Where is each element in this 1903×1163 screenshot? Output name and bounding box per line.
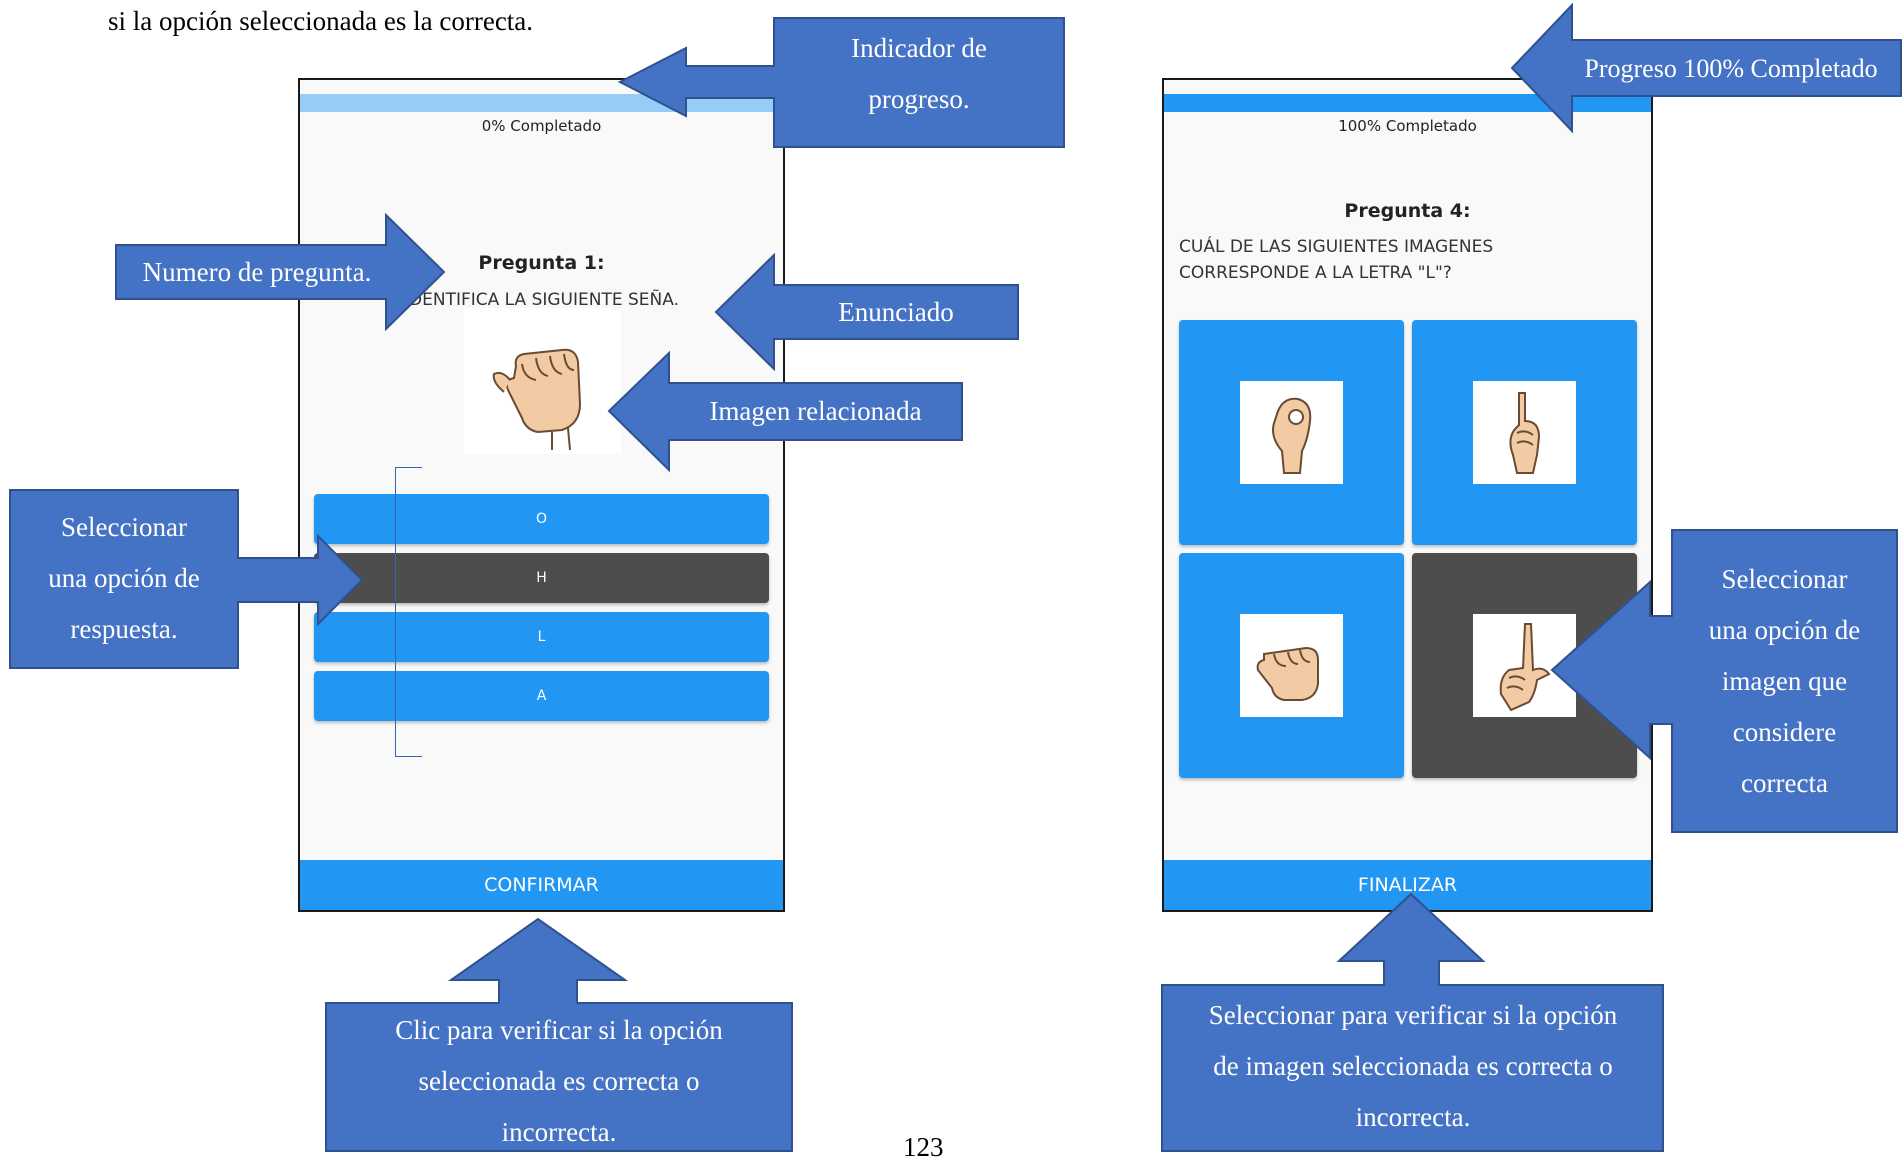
image-option-1[interactable] xyxy=(1179,320,1404,545)
hand-sign-letter-a-icon xyxy=(1240,614,1343,717)
question-text: CUÁL DE LAS SIGUIENTES IMAGENES CORRESPO… xyxy=(1179,237,1494,283)
hand-sign-letter-a-icon xyxy=(464,308,621,454)
question-title: Pregunta 4: xyxy=(1344,200,1471,222)
hand-sign-letter-d-icon xyxy=(1473,381,1576,484)
confirm-button[interactable]: CONFIRMAR xyxy=(300,860,783,910)
callout-verify-image-text: Seleccionar para verificar si la opción … xyxy=(1208,1000,1618,1132)
answer-option-h[interactable]: H xyxy=(314,553,769,603)
intro-text: si la opción seleccionada es la correcta… xyxy=(108,6,534,36)
quiz-screen-text-options: 0% Completado Pregunta 1: IDENTIFICA LA … xyxy=(298,78,785,912)
image-option-2[interactable] xyxy=(1412,320,1637,545)
hand-sign-letter-o-icon xyxy=(1240,381,1343,484)
callout-confirm-text: Clic para verificar si la opción selecci… xyxy=(395,1015,723,1147)
answer-option-o[interactable]: O xyxy=(314,494,769,544)
answer-option-a[interactable]: A xyxy=(314,671,769,721)
image-option-3[interactable] xyxy=(1179,553,1404,778)
options-bracket xyxy=(395,467,422,757)
page-number: 123 xyxy=(903,1132,944,1162)
answer-option-l[interactable]: L xyxy=(314,612,769,662)
